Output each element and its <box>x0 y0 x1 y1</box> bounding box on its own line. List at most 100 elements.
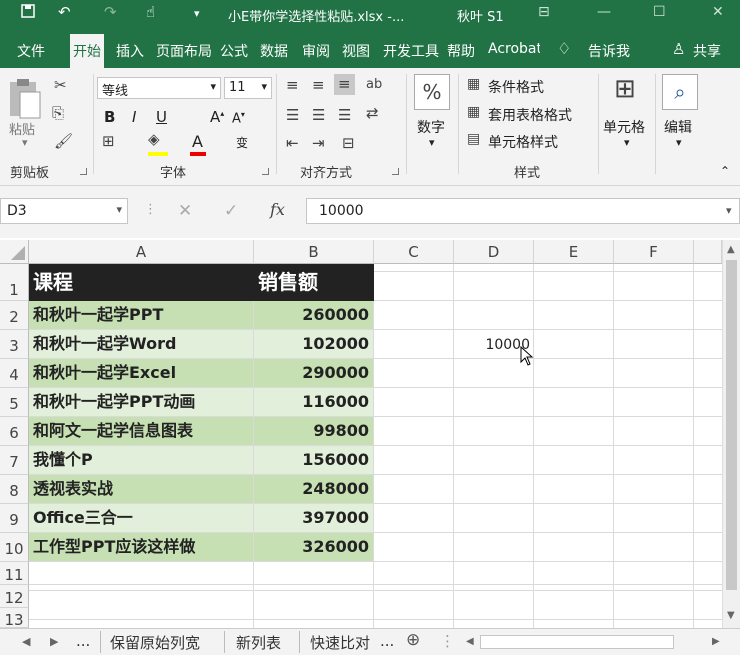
add-sheet-icon[interactable]: ⊕ <box>406 630 420 650</box>
tab-data[interactable]: 数据 <box>260 41 288 61</box>
customize-qat-icon[interactable]: ▾ <box>194 7 200 20</box>
fill-color-icon[interactable]: ◈ <box>148 132 160 147</box>
tab-file[interactable]: 文件 <box>17 41 45 61</box>
sheet-tab[interactable]: 新列表 <box>236 632 281 653</box>
table-cell-sales[interactable]: 156000 <box>254 446 374 475</box>
merge-center-icon[interactable]: ⊟ <box>342 136 355 151</box>
cancel-icon[interactable]: ✕ <box>178 201 192 221</box>
table-cell-sales[interactable]: 99800 <box>254 417 374 446</box>
expand-formula-icon[interactable]: ▾ <box>726 204 732 217</box>
ribbon-display-icon[interactable]: ⊟ <box>538 4 550 20</box>
scroll-down-icon[interactable]: ▼ <box>727 610 735 621</box>
row-header[interactable]: 12 <box>0 585 29 608</box>
cells-button[interactable]: 单元格 <box>603 117 645 137</box>
table-cell-sales[interactable]: 397000 <box>254 504 374 533</box>
collapse-ribbon-icon[interactable]: ⌃ <box>720 164 730 178</box>
minimize-icon[interactable]: — <box>597 4 611 20</box>
scroll-right-icon[interactable]: ▶ <box>712 636 720 647</box>
conditional-format-button[interactable]: 条件格式 <box>488 77 544 97</box>
tab-review[interactable]: 审阅 <box>302 41 330 61</box>
conditional-format-icon[interactable]: ▦ <box>467 77 480 91</box>
cell-styles-button[interactable]: 单元格样式 <box>488 132 558 152</box>
table-cell-course[interactable]: 和阿文一起学信息图表 <box>29 417 254 446</box>
table-cell-sales[interactable]: 326000 <box>254 533 374 562</box>
splitter-icon[interactable]: ⋮ <box>440 632 455 650</box>
wrap-text-icon[interactable]: ⇄ <box>366 106 379 121</box>
row-header[interactable]: 2 <box>0 301 29 330</box>
column-header-b[interactable]: B <box>254 240 374 264</box>
scroll-up-icon[interactable]: ▲ <box>727 244 735 255</box>
align-left-icon[interactable]: ☰ <box>286 108 299 123</box>
editing-button[interactable]: 编辑 <box>664 117 692 137</box>
column-header-g[interactable] <box>694 240 722 264</box>
name-box[interactable]: D3 ▾ <box>0 198 128 224</box>
font-color-icon[interactable]: A <box>192 132 203 151</box>
number-format-button[interactable]: 数字 <box>417 117 445 137</box>
row-header[interactable]: 3 <box>0 330 29 359</box>
align-center-icon[interactable]: ☰ <box>312 108 325 123</box>
table-cell-course[interactable]: 我懂个P <box>29 446 254 475</box>
cut-icon[interactable]: ✂ <box>54 78 67 93</box>
sheet-tab[interactable]: 保留原始列宽 <box>110 632 200 653</box>
border-icon[interactable]: ⊞ <box>102 134 115 149</box>
copy-icon[interactable]: ⎘ <box>52 106 64 121</box>
column-header-a[interactable]: A <box>29 240 254 264</box>
scroll-left-icon[interactable]: ◀ <box>466 636 474 647</box>
table-header-sales[interactable]: 销售额 <box>254 264 374 301</box>
tab-formulas[interactable]: 公式 <box>220 41 248 61</box>
font-name-combo[interactable]: 等线 ▾ <box>97 77 221 99</box>
table-cell-course[interactable]: 透视表实战 <box>29 475 254 504</box>
tab-help[interactable]: 帮助 <box>447 41 475 61</box>
format-as-table-button[interactable]: 套用表格格式 <box>488 105 572 125</box>
column-header-e[interactable]: E <box>534 240 614 264</box>
format-painter-icon[interactable]: 🖌 <box>54 134 73 149</box>
insert-function-icon[interactable]: fx <box>270 200 285 219</box>
row-header[interactable]: 13 <box>0 608 29 629</box>
font-launcher-icon[interactable] <box>262 168 269 175</box>
alignment-launcher-icon[interactable] <box>392 168 399 175</box>
maximize-icon[interactable]: ☐ <box>653 4 666 20</box>
increase-font-icon[interactable]: A▴ <box>210 108 224 126</box>
resize-handle-icon[interactable]: ⋮ <box>144 202 157 217</box>
chevron-down-icon[interactable]: ▾ <box>624 136 630 149</box>
enter-icon[interactable]: ✓ <box>224 201 238 221</box>
row-header[interactable]: 10 <box>0 533 29 562</box>
scroll-thumb[interactable] <box>726 260 737 590</box>
align-middle-icon[interactable]: ≡ <box>312 78 325 93</box>
clipboard-launcher-icon[interactable] <box>80 168 87 175</box>
table-cell-course[interactable]: 和秋叶一起学PPT动画 <box>29 388 254 417</box>
tab-developer[interactable]: 开发工具 <box>383 41 439 61</box>
tab-page-layout[interactable]: 页面布局 <box>156 41 211 61</box>
table-cell-course[interactable]: 工作型PPT应该这样做 <box>29 533 254 562</box>
column-header-f[interactable]: F <box>614 240 694 264</box>
save-icon[interactable] <box>20 3 36 23</box>
paste-dropdown-icon[interactable]: ▾ <box>22 136 28 149</box>
tab-view[interactable]: 视图 <box>342 41 370 61</box>
table-cell-course[interactable]: 和秋叶一起学Word <box>29 330 254 359</box>
close-icon[interactable]: ✕ <box>712 4 724 20</box>
table-cell-sales[interactable]: 248000 <box>254 475 374 504</box>
decrease-indent-icon[interactable]: ⇤ <box>286 136 299 151</box>
cells-icon[interactable]: ⊞ <box>614 76 636 102</box>
search-icon[interactable]: ⌕ <box>662 74 698 110</box>
underline-icon[interactable]: U <box>156 108 167 126</box>
increase-indent-icon[interactable]: ⇥ <box>312 136 325 151</box>
touch-mode-icon[interactable]: ☝ <box>146 3 155 21</box>
more-sheets-left[interactable]: ... <box>76 632 90 650</box>
tell-me-box[interactable]: 告诉我 <box>588 41 630 61</box>
column-header-d[interactable]: D <box>454 240 534 264</box>
percent-icon[interactable]: % <box>414 74 450 110</box>
table-cell-sales[interactable]: 260000 <box>254 301 374 330</box>
chevron-down-icon[interactable]: ▾ <box>429 136 435 149</box>
tab-insert[interactable]: 插入 <box>116 41 144 61</box>
table-cell-sales[interactable]: 290000 <box>254 359 374 388</box>
phonetic-icon[interactable]: 变 <box>236 134 248 151</box>
sheet-tab[interactable]: 快速比对 <box>310 632 374 653</box>
row-header[interactable]: 9 <box>0 504 29 533</box>
bold-icon[interactable]: B <box>104 108 115 126</box>
row-header[interactable]: 6 <box>0 417 29 446</box>
decrease-font-icon[interactable]: A▾ <box>232 110 245 126</box>
table-cell-course[interactable]: 和秋叶一起学PPT <box>29 301 254 330</box>
font-size-combo[interactable]: 11 ▾ <box>224 77 272 99</box>
user-name[interactable]: 秋叶 S1 <box>457 6 504 25</box>
